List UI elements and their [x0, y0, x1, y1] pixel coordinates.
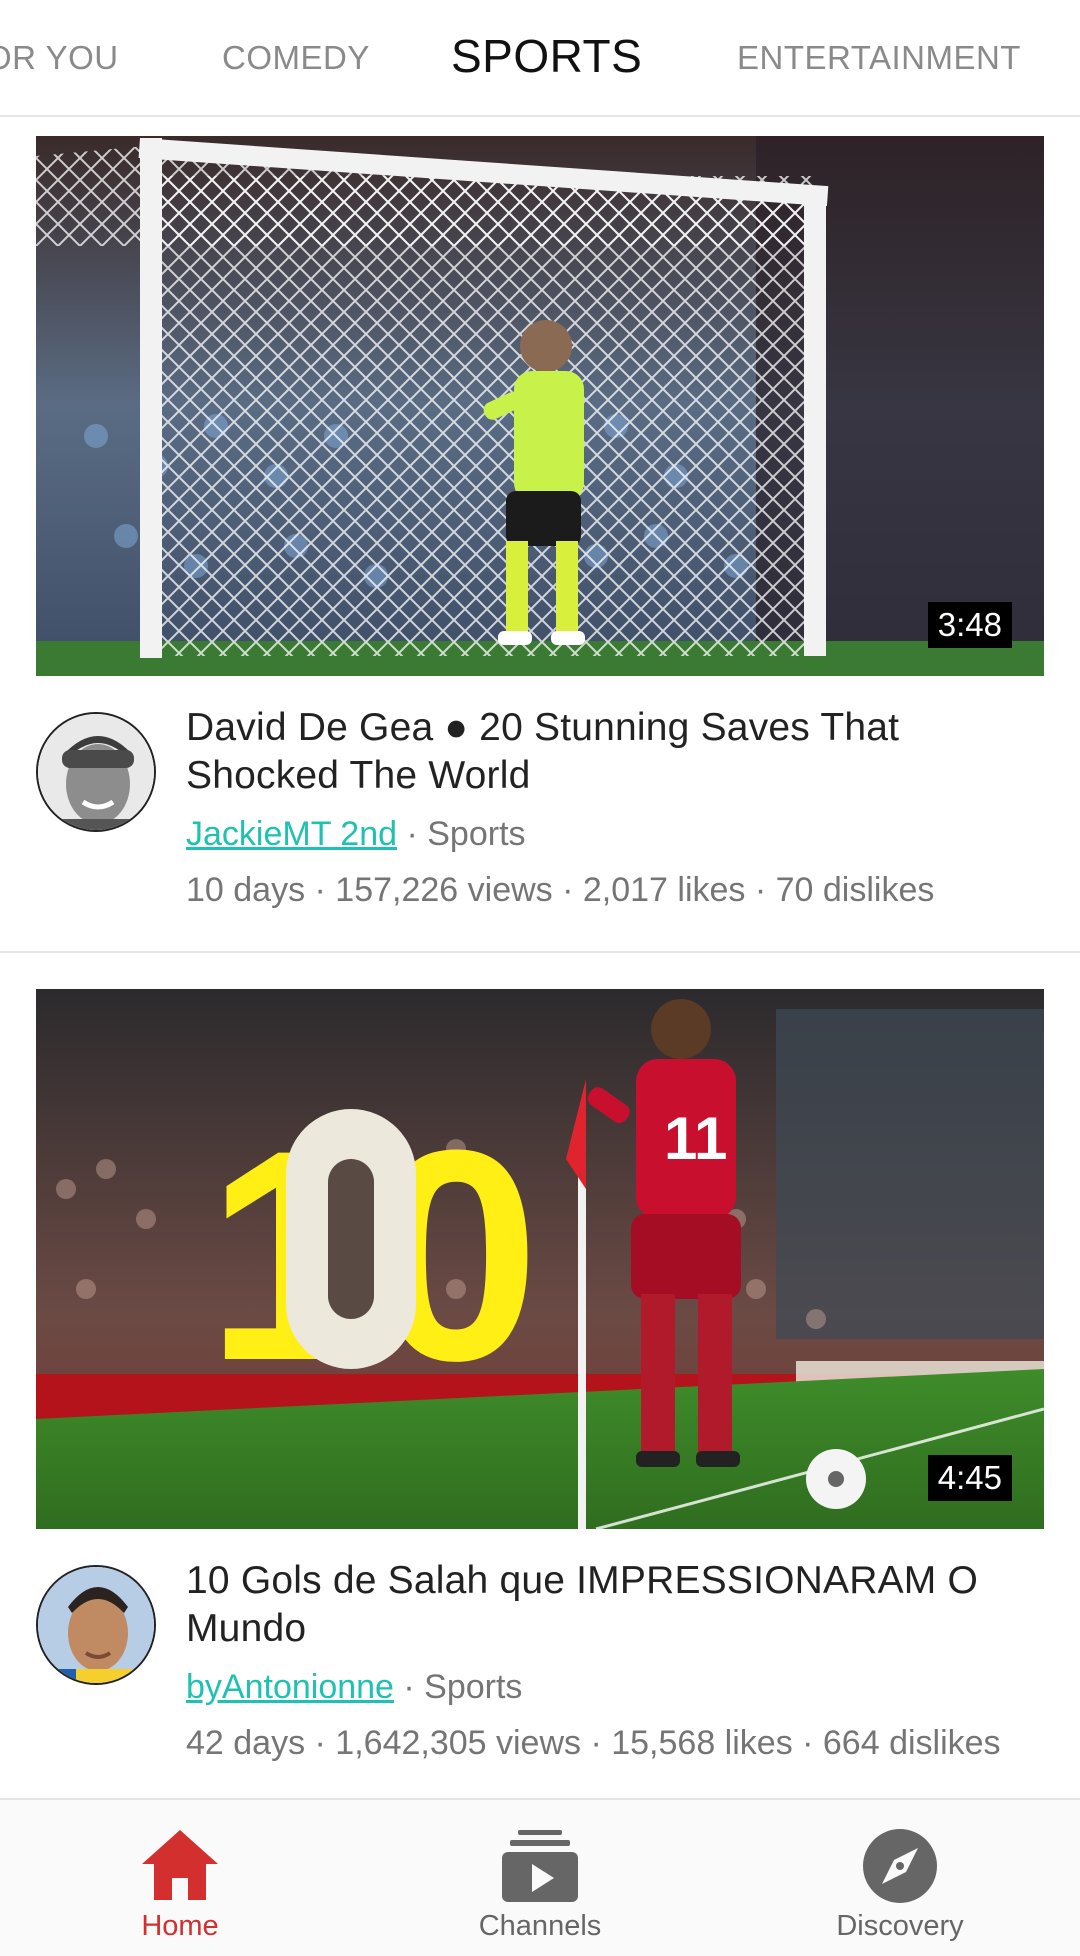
channels-icon [502, 1830, 578, 1902]
channel-avatar[interactable] [36, 1565, 156, 1685]
video-meta: David De Gea ● 20 Stunning Saves That Sh… [186, 704, 1046, 918]
video-category: Sports [424, 1668, 523, 1706]
video-thumbnail[interactable]: 10 11 [36, 989, 1044, 1529]
video-stats: 10 days · 157,226 views · 2,017 likes · … [186, 871, 935, 909]
compass-icon [863, 1829, 937, 1903]
video-thumbnail[interactable]: 3:48 [36, 136, 1044, 676]
nav-channels-label: Channels [478, 1910, 602, 1942]
tab-comedy[interactable]: COMEDY [222, 30, 370, 86]
nav-home-label: Home [141, 1910, 219, 1942]
video-category: Sports [427, 815, 526, 853]
goalkeeper-thumbnail-image [36, 136, 1044, 676]
channel-link[interactable]: byAntonionne [186, 1668, 394, 1706]
separator: · [397, 815, 428, 853]
jersey-number: 11 [664, 1105, 727, 1172]
app-root: OR YOU COMEDY SPORTS ENTERTAINMENT [0, 0, 1080, 1956]
channel-line: byAntonionne · Sports [186, 1661, 1046, 1713]
category-tabs: OR YOU COMEDY SPORTS ENTERTAINMENT [0, 0, 1080, 117]
channel-line: JackieMT 2nd · Sports [186, 808, 1046, 860]
tab-sports[interactable]: SPORTS [451, 28, 642, 84]
video-title[interactable]: 10 Gols de Salah que IMPRESSIONARAM O Mu… [186, 1557, 1046, 1653]
avatar-image [38, 714, 154, 830]
bottom-navigation: Home Channels Discovery [0, 1798, 1080, 1956]
nav-discovery-label: Discovery [836, 1910, 964, 1942]
video-title[interactable]: David De Gea ● 20 Stunning Saves That Sh… [186, 704, 1046, 800]
tab-for-you[interactable]: OR YOU [0, 30, 119, 86]
tab-entertainment[interactable]: ENTERTAINMENT [737, 30, 1021, 86]
video-duration: 4:45 [927, 1455, 1012, 1501]
video-meta: 10 Gols de Salah que IMPRESSIONARAM O Mu… [186, 1557, 1046, 1771]
nav-home[interactable]: Home [60, 1800, 300, 1956]
nav-discovery[interactable]: Discovery [780, 1800, 1020, 1956]
avatar-image [38, 1567, 154, 1683]
nav-channels[interactable]: Channels [420, 1800, 660, 1956]
home-icon [142, 1830, 218, 1900]
separator: · [393, 1668, 425, 1706]
video-card[interactable]: 3:48 David De Gea ● 20 Stunning Saves Th… [0, 117, 1080, 953]
salah-thumbnail-image: 10 11 [36, 989, 1044, 1529]
video-duration: 3:48 [927, 602, 1012, 648]
channel-avatar[interactable] [36, 712, 156, 832]
channel-link[interactable]: JackieMT 2nd [186, 815, 397, 853]
video-stats: 42 days · 1,642,305 views · 15,568 likes… [186, 1724, 1001, 1762]
video-card[interactable]: 10 11 [0, 955, 1080, 1799]
